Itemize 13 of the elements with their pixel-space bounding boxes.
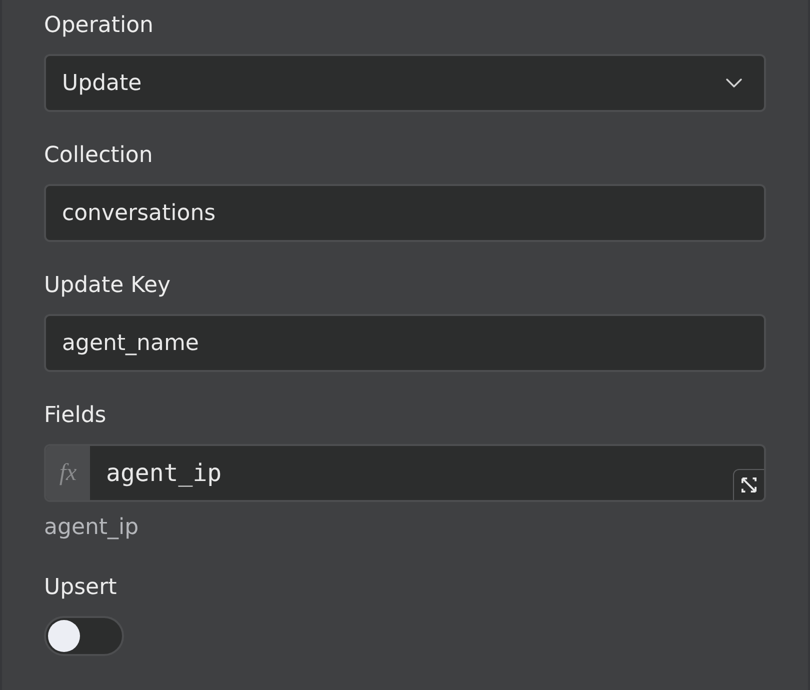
field-label: Fields [44,402,108,430]
field-label: Update Key [44,272,172,300]
fx-label: fx [46,446,90,500]
field-hint: agent_ip [44,514,140,542]
input-field[interactable]: agent_name [44,314,766,372]
toggle-switch[interactable] [44,616,124,656]
field-label: Upsert [44,574,118,602]
expand-icon[interactable] [733,469,764,500]
field-label: Collection [44,142,154,170]
code-field[interactable]: fx agent_ip [44,444,766,502]
input-field[interactable]: conversations [44,184,766,242]
field-label: Operation [44,12,154,40]
operation-select[interactable]: Update [44,54,766,112]
